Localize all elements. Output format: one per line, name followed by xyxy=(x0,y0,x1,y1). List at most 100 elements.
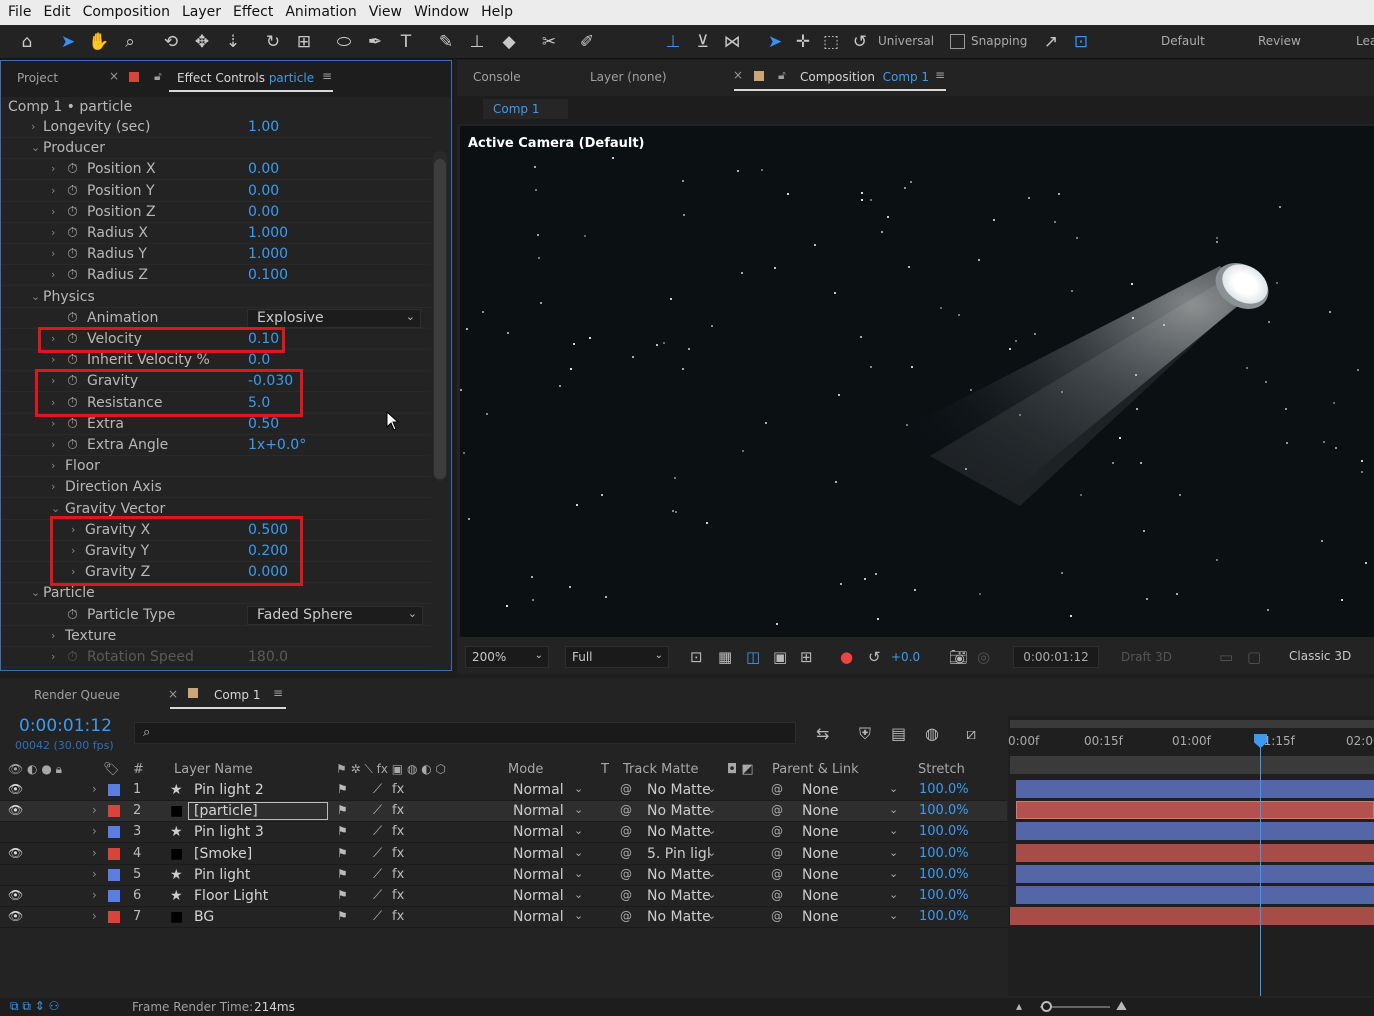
label-color-chip[interactable] xyxy=(108,868,120,881)
zoom-slider-handle[interactable] xyxy=(1041,1001,1052,1012)
menu-item-composition[interactable]: Composition xyxy=(77,0,176,25)
track-matte-select[interactable]: No Matte xyxy=(647,888,711,904)
chevron-down-icon[interactable]: ⌄ xyxy=(574,867,583,880)
chevron-down-icon[interactable]: ⌄ xyxy=(889,782,898,795)
clone-stamp-icon[interactable]: ⊥ xyxy=(464,29,490,55)
layer-name[interactable]: Floor Light xyxy=(194,888,268,904)
extended-viewer-icon[interactable]: ▢ xyxy=(1247,648,1261,666)
tab-composition[interactable]: Composition Comp 1 xyxy=(800,70,929,84)
parent-select[interactable]: None xyxy=(802,909,839,925)
frame-blending-icon[interactable]: ▤ xyxy=(891,724,906,743)
lock-icon[interactable]: 🔓︎ xyxy=(778,68,786,83)
blend-mode-select[interactable]: Normal xyxy=(513,803,564,819)
menu-item-file[interactable]: File xyxy=(2,0,37,25)
chevron-right-icon[interactable]: › xyxy=(92,909,97,923)
shy-switch-icon[interactable]: ⚑ xyxy=(337,824,348,838)
layer-duration-bar[interactable] xyxy=(1016,822,1374,841)
menu-item-animation[interactable]: Animation xyxy=(279,0,362,25)
stretch-value[interactable]: 100.0% xyxy=(919,888,969,903)
property-row-particle-type[interactable]: ⏱ Particle Type Faded Sphere ⌄ xyxy=(1,605,431,626)
chevron-right-icon[interactable]: › xyxy=(51,438,55,451)
visibility-eye-icon[interactable]: 👁︎ xyxy=(8,782,23,796)
reset-exposure-icon[interactable]: ↺ xyxy=(868,648,881,666)
workspace-default[interactable]: Default xyxy=(1161,34,1205,48)
work-area-bar[interactable] xyxy=(1010,720,1374,728)
property-row-radius-x[interactable]: › ⏱ Radius X 1.000 xyxy=(1,223,431,244)
pick-whip-icon[interactable]: @ xyxy=(620,803,632,817)
tab-console[interactable]: Console xyxy=(473,70,521,84)
parent-pick-whip-icon[interactable]: @ xyxy=(771,846,783,860)
chevron-right-icon[interactable]: › xyxy=(51,226,55,239)
stopwatch-icon[interactable]: ⏱ xyxy=(67,204,78,220)
visibility-eye-icon[interactable]: 👁︎ xyxy=(8,803,23,817)
brush-tool-icon[interactable]: ✎ xyxy=(433,29,459,55)
visibility-eye-icon[interactable]: 👁︎ xyxy=(8,888,23,902)
stretch-value[interactable]: 100.0% xyxy=(919,782,969,797)
chevron-right-icon[interactable]: › xyxy=(51,247,55,260)
comp-subtab[interactable]: Comp 1 xyxy=(483,99,568,119)
type-tool-icon[interactable]: T xyxy=(393,29,419,55)
property-row-position-y[interactable]: › ⏱ Position Y 0.00 xyxy=(1,181,431,202)
parent-select[interactable]: None xyxy=(802,803,839,819)
stopwatch-icon[interactable]: ⏱ xyxy=(67,267,78,283)
effects-switch-icon[interactable]: fx xyxy=(392,803,404,818)
quality-switch-icon[interactable]: ⟋ xyxy=(373,846,382,861)
workspace-review[interactable]: Review xyxy=(1258,34,1301,48)
tab-effect-controls[interactable]: Effect Controls particle xyxy=(177,71,314,85)
layer-duration-bar[interactable] xyxy=(1016,801,1374,820)
zoom-select[interactable]: 200% ⌄ xyxy=(465,646,549,668)
toggle-switches-icon[interactable]: ⧉ ⧉ ⇕ ⚇ xyxy=(10,999,59,1014)
rotation-tool-icon[interactable]: ↻ xyxy=(260,29,286,55)
scrollbar-thumb[interactable] xyxy=(434,159,446,479)
renderer-label[interactable]: Classic 3D xyxy=(1283,646,1374,668)
parent-select[interactable]: None xyxy=(802,888,839,904)
chevron-down-icon[interactable]: ⌄ xyxy=(889,867,898,880)
property-value[interactable]: 0.00 xyxy=(248,161,279,177)
stopwatch-icon[interactable]: ⏱ xyxy=(67,246,78,262)
layer-duration-bar[interactable] xyxy=(1010,907,1374,926)
shy-switch-icon[interactable]: ⚑ xyxy=(337,888,348,902)
ellipse-tool-icon[interactable]: ⬭ xyxy=(331,29,357,55)
motion-blur-icon[interactable]: ◍ xyxy=(925,724,939,743)
layer-duration-bar[interactable] xyxy=(1016,864,1374,883)
zoom-out-icon[interactable]: ▴ xyxy=(1016,999,1022,1013)
parent-pick-whip-icon[interactable]: @ xyxy=(771,867,783,881)
chevron-right-icon[interactable]: › xyxy=(51,162,55,175)
comp-flowchart-icon[interactable]: ⇆ xyxy=(816,724,829,743)
tab-layer[interactable]: Layer (none) xyxy=(590,70,667,84)
property-value[interactable]: 0.00 xyxy=(248,183,279,199)
stretch-value[interactable]: 100.0% xyxy=(919,846,969,861)
region-of-interest-icon[interactable]: ⊡ xyxy=(690,648,703,666)
stretch-value[interactable]: 100.0% xyxy=(919,909,969,924)
shy-switch-icon[interactable]: ⚑ xyxy=(337,803,348,817)
roto-brush-icon[interactable]: ✂ xyxy=(536,29,562,55)
visibility-eye-icon[interactable]: 👁︎ xyxy=(8,846,23,860)
stretch-value[interactable]: 100.0% xyxy=(919,824,969,839)
pick-whip-icon[interactable]: @ xyxy=(620,782,632,796)
layer-name[interactable]: BG xyxy=(194,909,214,925)
mask-visibility-icon[interactable]: ◫ xyxy=(746,648,760,666)
stopwatch-icon[interactable]: ⏱ xyxy=(67,416,78,432)
tab-timeline-comp[interactable]: Comp 1 xyxy=(214,688,260,702)
property-value[interactable]: 1x+0.0° xyxy=(248,437,306,453)
chevron-down-icon[interactable]: ⌄ xyxy=(889,803,898,816)
layer-name[interactable]: Pin light 3 xyxy=(194,824,264,840)
shy-switch-icon[interactable]: ⚑ xyxy=(337,782,348,796)
close-icon[interactable]: × xyxy=(733,68,743,82)
chevron-down-icon[interactable]: ⌄ xyxy=(574,824,583,837)
property-dropdown[interactable]: Explosive ⌄ xyxy=(247,308,421,328)
blend-mode-select[interactable]: Normal xyxy=(513,824,564,840)
effects-switch-icon[interactable]: fx xyxy=(392,846,404,861)
chevron-down-icon[interactable]: ⌄ xyxy=(31,586,40,599)
stopwatch-icon[interactable]: ⏱ xyxy=(67,437,78,453)
effects-switch-icon[interactable]: fx xyxy=(392,909,404,924)
shy-switch-icon[interactable]: ⚑ xyxy=(337,846,348,860)
property-row-longevity-sec[interactable]: › Longevity (sec) 1.00 xyxy=(1,117,431,138)
property-row-texture[interactable]: › Texture xyxy=(1,626,431,647)
label-color-chip[interactable] xyxy=(108,847,120,860)
chevron-down-icon[interactable]: ⌄ xyxy=(31,141,40,154)
property-row-radius-y[interactable]: › ⏱ Radius Y 1.000 xyxy=(1,244,431,266)
tab-render-queue[interactable]: Render Queue xyxy=(34,688,120,702)
chevron-right-icon[interactable]: › xyxy=(51,629,55,642)
menu-item-edit[interactable]: Edit xyxy=(37,0,76,25)
